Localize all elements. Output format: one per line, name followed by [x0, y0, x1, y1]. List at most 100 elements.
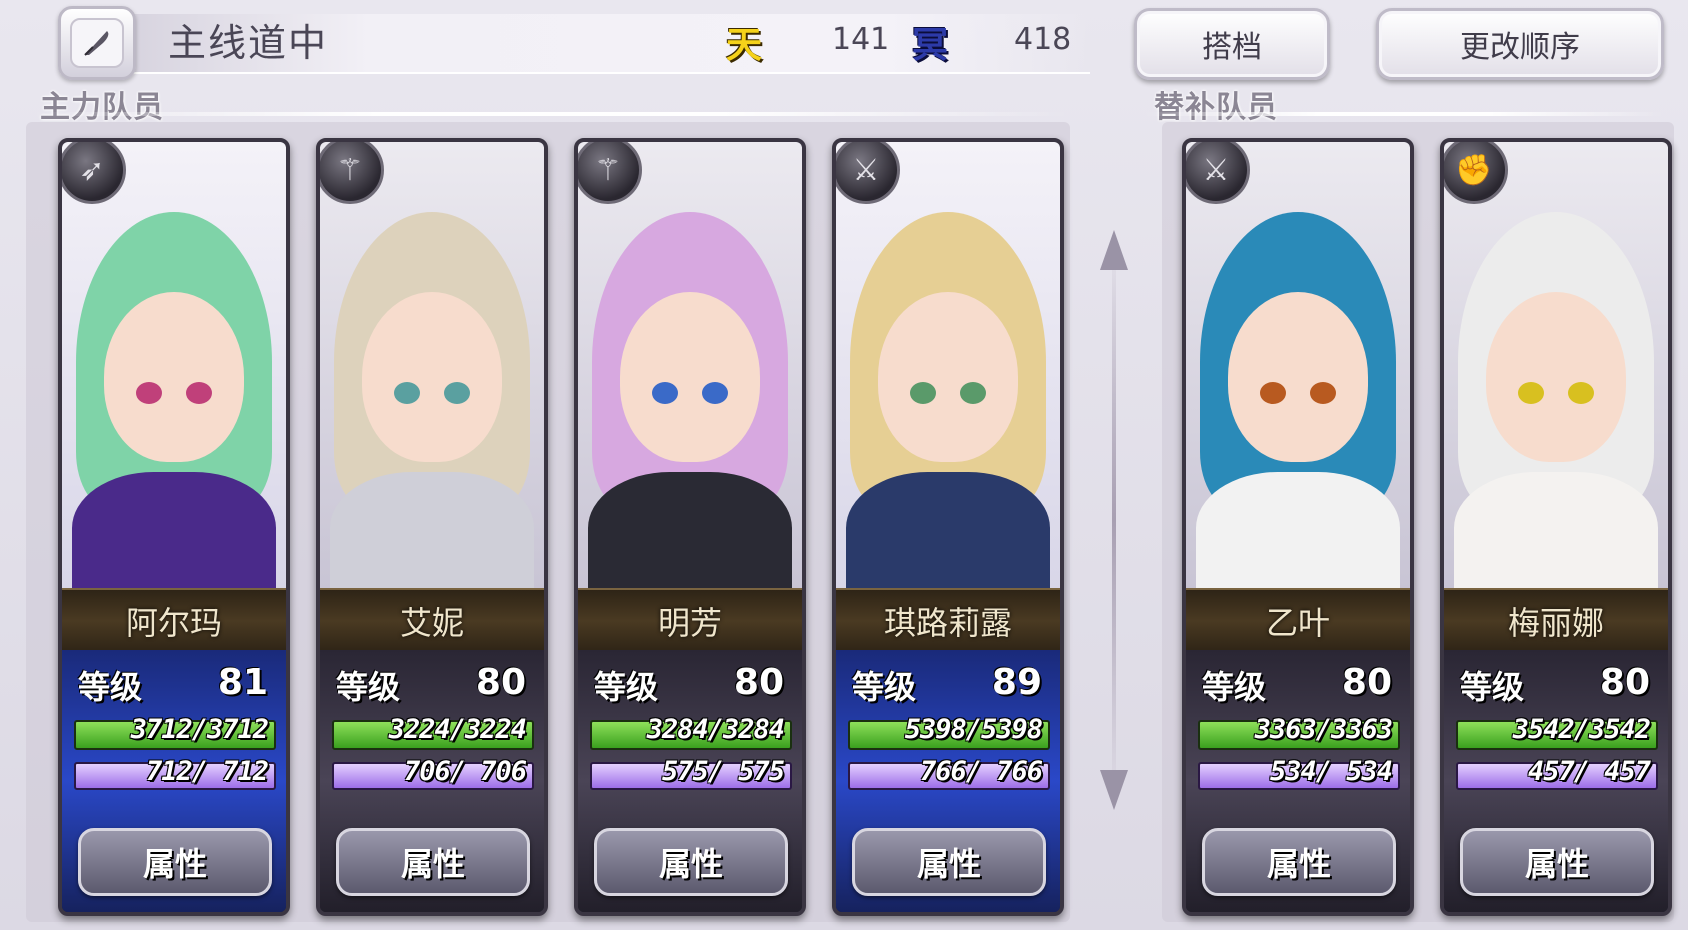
hp-bar: 3224/3224 — [332, 714, 534, 750]
hp-text: 3542/3542 — [1512, 714, 1651, 745]
mp-text: 766/ 766 — [919, 756, 1043, 787]
eye-right — [444, 382, 470, 404]
attributes-button[interactable]: 属性 — [78, 828, 272, 896]
member-card[interactable]: ⚚ 艾妮 等级 80 3224/3224 706/ 706 属性 — [316, 138, 548, 916]
member-portrait[interactable] — [1186, 142, 1410, 612]
arrow-up-icon[interactable] — [1100, 230, 1128, 270]
quill-icon — [70, 18, 124, 68]
member-stats: 等级 80 3542/3542 457/ 457 属性 — [1444, 650, 1668, 912]
sky-currency-value: 141 — [832, 22, 890, 57]
fist-icon: ✊ — [1444, 142, 1508, 204]
member-portrait[interactable] — [836, 142, 1060, 612]
level-label: 等级 — [336, 668, 401, 706]
katana-icon: ⚔ — [1186, 142, 1250, 204]
sky-currency-icon: 天 — [725, 24, 762, 66]
member-stats: 等级 80 3224/3224 706/ 706 属性 — [320, 650, 544, 912]
level-label: 等级 — [1202, 668, 1267, 706]
eye-right — [702, 382, 728, 404]
mp-bar: 712/ 712 — [74, 756, 276, 790]
reorder-button[interactable]: 更改顺序 — [1376, 8, 1664, 80]
level-label: 等级 — [594, 668, 659, 706]
reserve-divider — [1144, 112, 1664, 116]
member-name: 艾妮 — [320, 588, 544, 654]
attributes-button[interactable]: 属性 — [594, 828, 788, 896]
bow-icon: ➶ — [62, 142, 126, 204]
level-value: 81 — [217, 662, 268, 703]
member-name: 阿尔玛 — [62, 588, 286, 654]
level-value: 80 — [1341, 662, 1392, 703]
mp-text: 706/ 706 — [403, 756, 527, 787]
eye-left — [136, 382, 162, 404]
eye-right — [1568, 382, 1594, 404]
page-title: 主线道中 — [168, 21, 329, 65]
mp-text: 575/ 575 — [661, 756, 785, 787]
face-shape — [620, 292, 760, 462]
eye-right — [186, 382, 212, 404]
eye-right — [1310, 382, 1336, 404]
member-card[interactable]: ⚔ 乙叶 等级 80 3363/3363 534/ 534 属性 — [1182, 138, 1414, 916]
mp-bar: 706/ 706 — [332, 756, 534, 790]
hp-text: 3712/3712 — [130, 714, 269, 745]
hp-bar: 5398/5398 — [848, 714, 1050, 750]
eye-right — [960, 382, 986, 404]
member-name: 明芳 — [578, 588, 802, 654]
member-portrait[interactable] — [62, 142, 286, 612]
mp-text: 457/ 457 — [1527, 756, 1651, 787]
edit-team-button[interactable] — [58, 6, 136, 80]
member-stats: 等级 89 5398/5398 766/ 766 属性 — [836, 650, 1060, 912]
attributes-button[interactable]: 属性 — [852, 828, 1046, 896]
hp-bar: 3284/3284 — [590, 714, 792, 750]
member-name: 乙叶 — [1186, 588, 1410, 654]
eye-left — [1518, 382, 1544, 404]
partner-button[interactable]: 搭档 — [1134, 8, 1330, 80]
arrow-down-icon[interactable] — [1100, 770, 1128, 810]
eye-left — [394, 382, 420, 404]
face-shape — [878, 292, 1018, 462]
swap-track — [1112, 240, 1116, 800]
mp-text: 712/ 712 — [145, 756, 269, 787]
underworld-currency-value: 418 — [1014, 22, 1072, 57]
member-name: 梅丽娜 — [1444, 588, 1668, 654]
hp-bar: 3712/3712 — [74, 714, 276, 750]
member-stats: 等级 81 3712/3712 712/ 712 属性 — [62, 650, 286, 912]
member-card[interactable]: ⚔ 琪路莉露 等级 89 5398/5398 766/ 766 属性 — [832, 138, 1064, 916]
hp-text: 5398/5398 — [904, 714, 1043, 745]
sword-icon: ⚔ — [836, 142, 900, 204]
member-card[interactable]: ✊ 梅丽娜 等级 80 3542/3542 457/ 457 属性 — [1440, 138, 1672, 916]
mp-bar: 766/ 766 — [848, 756, 1050, 790]
main-divider — [30, 112, 1070, 116]
attributes-button[interactable]: 属性 — [1460, 828, 1654, 896]
mp-text: 534/ 534 — [1269, 756, 1393, 787]
reserve-members-label: 替补队员 — [1154, 90, 1278, 125]
hp-text: 3224/3224 — [388, 714, 527, 745]
face-shape — [1486, 292, 1626, 462]
mp-bar: 457/ 457 — [1456, 756, 1658, 790]
face-shape — [104, 292, 244, 462]
attributes-button[interactable]: 属性 — [1202, 828, 1396, 896]
face-shape — [1228, 292, 1368, 462]
eye-left — [910, 382, 936, 404]
level-label: 等级 — [78, 668, 143, 706]
member-portrait[interactable] — [320, 142, 544, 612]
member-card[interactable]: ➶ 阿尔玛 等级 81 3712/3712 712/ 712 属性 — [58, 138, 290, 916]
underworld-currency-icon: 冥 — [911, 24, 948, 66]
hp-bar: 3542/3542 — [1456, 714, 1658, 750]
hp-text: 3363/3363 — [1254, 714, 1393, 745]
level-value: 80 — [1599, 662, 1650, 703]
hp-bar: 3363/3363 — [1198, 714, 1400, 750]
eye-left — [1260, 382, 1286, 404]
face-shape — [362, 292, 502, 462]
member-portrait[interactable] — [1444, 142, 1668, 612]
member-portrait[interactable] — [578, 142, 802, 612]
mp-bar: 575/ 575 — [590, 756, 792, 790]
level-value: 89 — [991, 662, 1042, 703]
hp-text: 3284/3284 — [646, 714, 785, 745]
mp-bar: 534/ 534 — [1198, 756, 1400, 790]
member-card[interactable]: ⚚ 明芳 等级 80 3284/3284 575/ 575 属性 — [574, 138, 806, 916]
member-name: 琪路莉露 — [836, 588, 1060, 654]
top-bar: 主线道中 天 141 冥 418 搭档 更改顺序 — [0, 0, 1688, 100]
level-value: 80 — [475, 662, 526, 703]
eye-left — [652, 382, 678, 404]
level-label: 等级 — [852, 668, 917, 706]
attributes-button[interactable]: 属性 — [336, 828, 530, 896]
